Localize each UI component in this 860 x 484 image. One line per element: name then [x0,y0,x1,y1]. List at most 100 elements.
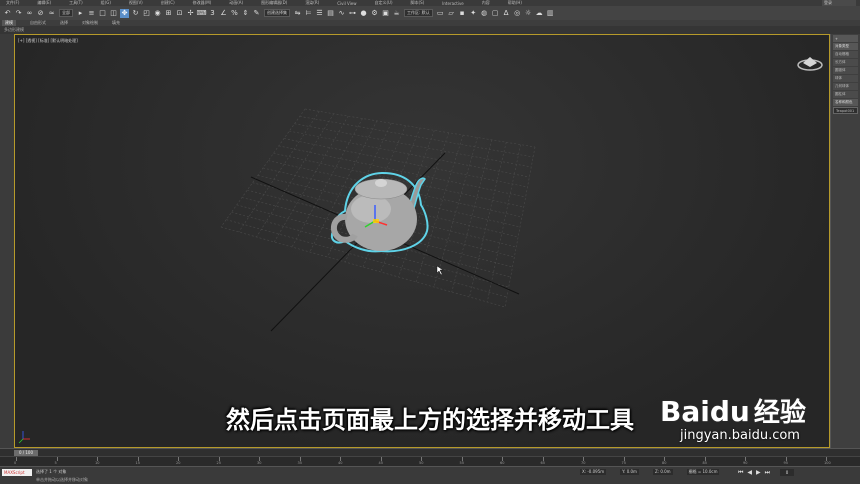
teapot-object[interactable] [330,171,429,253]
ruler-tick-label: 60 [500,461,505,465]
object-name-field[interactable]: Teapot001 [833,107,858,114]
create-tab[interactable]: + [833,35,858,42]
snaps-toggle-icon[interactable]: 3 [208,9,217,18]
spinner-snap-icon[interactable]: ⇕ [241,9,250,18]
sun-icon[interactable]: ☼ [524,9,533,18]
select-and-move-icon[interactable]: ✥ [120,8,129,18]
select-by-name-icon[interactable]: ≡ [87,9,96,18]
ruler-tick-label: 65 [540,461,545,465]
render-setup-icon[interactable]: ⚙ [370,9,379,18]
geosphere-button[interactable]: 几何球体 [833,83,858,90]
open-icon[interactable]: ▱ [447,9,456,18]
window-icon[interactable]: ▢ [491,9,500,18]
edit-named-selection-icon[interactable]: ✎ [252,9,261,18]
baidu-logo: Baidu 经验 [660,392,806,429]
ruler-tick-label: 0 [14,461,17,465]
zoom-icon[interactable]: ◎ [513,9,522,18]
object-type-rollout[interactable]: 对象类型 [833,43,858,50]
current-frame-field[interactable]: 0 [780,469,794,476]
baidu-watermark: Baidu 经验 jingyan.baidu.com [660,392,820,443]
selection-status: 选择了 1 个 对象 [36,469,67,474]
grid-line [486,144,521,303]
watermark-cn: 经验 [753,398,806,428]
layer-explorer-icon[interactable]: ☰ [315,9,324,18]
reference-coordinate-icon[interactable]: ⊞ [164,9,173,18]
rectangle-selection-icon[interactable]: □ [98,9,107,18]
maxscript-listener[interactable]: MAXScript [2,469,32,476]
ruler-tick-label: 35 [297,461,302,465]
rendered-frame-window-icon[interactable]: ▣ [381,9,390,18]
grid-line [451,139,493,293]
curve-editor-icon[interactable]: ∿ [337,9,346,18]
watermark-brand: Bai [660,395,710,428]
place-icon[interactable]: ◉ [153,9,162,18]
viewport-label[interactable]: [+] [透视] [标准] [默认明暗处理] [18,38,78,44]
go-to-end-icon[interactable]: ⏭ [765,469,770,477]
ruler-tick-label: 15 [135,461,140,465]
previous-frame-icon[interactable]: ◀ [747,469,752,477]
globe-icon[interactable]: ◍ [480,9,489,18]
perspective-viewport[interactable]: [+] [透视] [标准] [默认明暗处理] [14,34,830,448]
select-and-rotate-icon[interactable]: ↻ [131,9,140,18]
cone-button[interactable]: 圆锥体 [833,67,858,74]
select-object-icon[interactable]: ▸ [76,9,85,18]
cylinder-button[interactable]: 圆柱体 [833,91,858,98]
unlink-icon[interactable]: ⊘ [36,9,45,18]
x-coordinate[interactable]: X: -0.095m [580,469,607,475]
ruler-tick-label: 10 [95,461,100,465]
named-selection-set-dropdown[interactable]: 创建选择集 [264,9,290,17]
viewcube-icon[interactable] [797,51,823,71]
render-production-icon[interactable]: ☕ [392,9,401,18]
autogrid-checkbox[interactable]: 自动栅格 [833,51,858,58]
ruler-tick-label: 95 [783,461,788,465]
box-button[interactable]: 长方体 [833,59,858,66]
material-editor-icon[interactable]: ● [359,9,368,18]
window-crossing-icon[interactable]: ◫ [109,9,118,18]
ruler-tick-label: 55 [459,461,464,465]
project-folder-icon[interactable]: ▭ [436,9,445,18]
watermark-paw: du [709,395,750,428]
ruler-tick-label: 45 [378,461,383,465]
select-and-scale-icon[interactable]: ◰ [142,9,151,18]
workspace-dropdown[interactable]: 工作区: 默认 [404,9,433,17]
toggle-panel-icon[interactable]: ▥ [546,9,555,18]
toggle-ribbon-icon[interactable]: ▤ [326,9,335,18]
left-scene-strip [0,34,14,448]
keyboard-shortcut-icon[interactable]: ⌨ [196,9,206,18]
sphere-button[interactable]: 球体 [833,75,858,82]
selection-filter-dropdown[interactable]: 全部 [59,9,73,17]
bind-space-warp-icon[interactable]: ≈ [47,9,56,18]
align-camera-icon[interactable]: ∆ [502,9,511,18]
viewport-grid-scene [18,108,536,444]
status-bar: MAXScript 选择了 1 个 对象 单击并拖动以选择并移动对象 X: -0… [0,466,860,484]
schematic-view-icon[interactable]: ⊶ [348,9,357,18]
mirror-icon[interactable]: ⇋ [293,9,302,18]
light-icon[interactable]: ✦ [469,9,478,18]
grid-size: 栅格 = 10.0cm [686,469,720,475]
go-to-start-icon[interactable]: ⏮ [738,469,743,477]
ruler-tick-label: 100 [824,461,831,465]
link-icon[interactable]: ∞ [25,9,34,18]
play-icon[interactable]: ▶ [756,469,761,477]
ruler-tick-label: 50 [419,461,424,465]
cloud-icon[interactable]: ☁ [535,9,544,18]
redo-icon[interactable]: ↷ [14,9,23,18]
undo-icon[interactable]: ↶ [3,9,12,18]
select-manipulate-icon[interactable]: ✢ [186,9,195,18]
ribbon-panel-label: 多边形建模 [4,27,24,32]
align-icon[interactable]: ⊨ [304,9,313,18]
y-coordinate[interactable]: Y: 0.0m [620,469,639,475]
track-bar[interactable]: 0 5 10 15 20 25 30 35 40 45 50 55 60 65 70 75 80 85 90 95 10… [0,456,860,466]
watermark-url: jingyan.baidu.com [680,428,800,443]
pivot-center-icon[interactable]: ⊡ [175,9,184,18]
percent-snap-icon[interactable]: % [230,9,239,18]
z-coordinate[interactable]: Z: 0.0m [652,469,673,475]
playback-controls: ⏮ ◀ ▶ ⏭ [738,469,774,477]
save-icon[interactable]: ▪ [458,9,467,18]
menu-civil-view[interactable]: Civil View [337,1,356,6]
angle-snap-icon[interactable]: ∠ [219,9,228,18]
name-color-rollout[interactable]: 名称和颜色 [833,99,858,106]
time-slider-track[interactable]: 0 / 100 [0,448,860,456]
menu-interactive[interactable]: Interactive [442,1,464,6]
ruler-tick-label: 90 [743,461,748,465]
